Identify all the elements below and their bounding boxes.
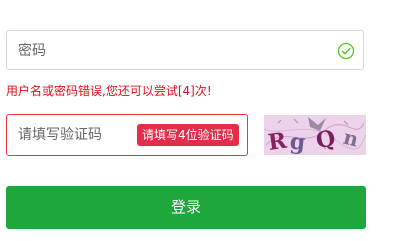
captcha-char-3: Q bbox=[314, 125, 337, 154]
captcha-placeholder: 请填写验证码 bbox=[18, 127, 102, 143]
captcha-tip-badge: 请填写4位验证码 bbox=[137, 124, 239, 146]
login-button[interactable]: 登录 bbox=[6, 186, 366, 229]
password-field[interactable]: 密码 bbox=[6, 30, 364, 70]
captcha-char-2: g bbox=[289, 128, 307, 155]
captcha-image[interactable]: R g Q n bbox=[264, 115, 366, 155]
check-circle-icon bbox=[337, 42, 355, 60]
captcha-char-1: R bbox=[266, 128, 288, 155]
login-error-message: 用户名或密码错误,您还可以尝试[4]次! bbox=[6, 84, 212, 98]
captcha-input[interactable]: 请填写验证码 请填写4位验证码 bbox=[6, 114, 248, 156]
password-placeholder: 密码 bbox=[18, 43, 46, 59]
